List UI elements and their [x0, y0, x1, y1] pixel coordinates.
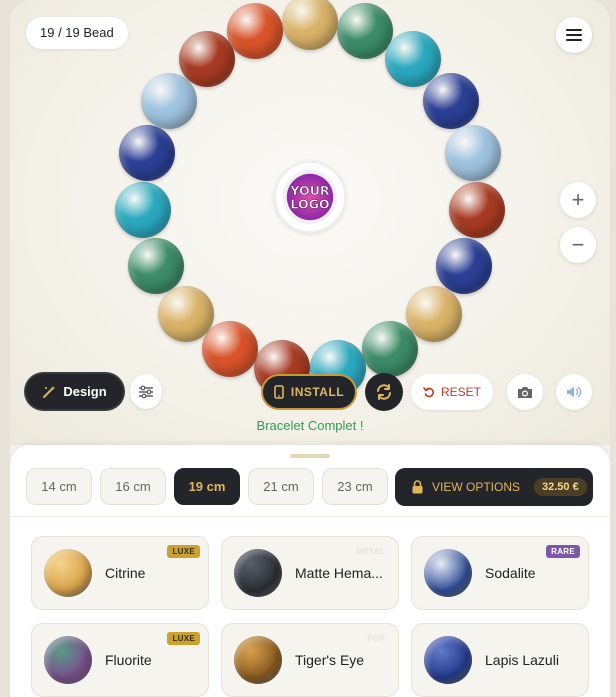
stone-card[interactable]: Fluorite LUXE: [31, 623, 209, 697]
stone-card[interactable]: Citrine LUXE: [31, 536, 209, 610]
screenshot-button[interactable]: [507, 374, 543, 410]
stone-swatch: [44, 636, 92, 684]
bead[interactable]: [114, 182, 171, 239]
bead[interactable]: [158, 285, 215, 342]
undo-icon: [423, 387, 434, 398]
view-options-button[interactable]: VIEW OPTIONS 32.50 €: [395, 468, 593, 506]
size-option[interactable]: 16 cm: [100, 468, 166, 505]
divider: [10, 516, 610, 517]
stone-tier-badge: LUXE: [167, 632, 200, 645]
bead[interactable]: [202, 321, 259, 378]
panel-drag-handle[interactable]: [290, 454, 330, 458]
size-option[interactable]: 23 cm: [322, 468, 388, 505]
stone-name: Matte Hema...: [295, 565, 383, 581]
adjust-settings-button[interactable]: [130, 374, 162, 409]
stone-tier-badge: RARE: [546, 545, 580, 558]
stone-card[interactable]: Tiger's Eye POP: [221, 623, 399, 697]
stone-swatch: [424, 636, 472, 684]
price-badge: 32.50 €: [534, 478, 587, 496]
stone-name: Sodalite: [485, 565, 536, 581]
size-option[interactable]: 19 cm: [174, 468, 240, 505]
size-option[interactable]: 14 cm: [26, 468, 92, 505]
design-button-label: Design: [63, 384, 107, 399]
bead[interactable]: [128, 237, 185, 294]
sound-toggle-button[interactable]: [556, 374, 592, 410]
bead[interactable]: [227, 3, 284, 60]
plus-icon: +: [571, 187, 585, 212]
design-button[interactable]: Design: [26, 374, 123, 409]
stone-swatch: [234, 636, 282, 684]
bead[interactable]: [361, 321, 418, 378]
minus-icon: −: [571, 232, 585, 257]
hamburger-icon: [566, 26, 582, 44]
stone-name: Citrine: [105, 565, 146, 581]
bead[interactable]: [119, 125, 176, 182]
shuffle-button[interactable]: [365, 373, 403, 411]
stone-tier-badge: LUXE: [167, 545, 200, 558]
magic-wand-icon: [43, 385, 56, 398]
reset-button-label: RESET: [440, 385, 481, 399]
logo-line2: LOGO: [290, 197, 330, 212]
stone-name: Lapis Lazuli: [485, 652, 559, 668]
stone-card[interactable]: Lapis Lazuli: [411, 623, 589, 697]
stone-swatch: [424, 549, 472, 597]
sliders-icon: [139, 385, 153, 398]
bead[interactable]: [178, 30, 235, 87]
stone-tier-badge: METAL: [356, 547, 385, 556]
stone-swatch: [234, 549, 282, 597]
bead[interactable]: [422, 72, 479, 129]
install-button-label: INSTALL: [290, 385, 345, 399]
your-logo-icon: YOUR LOGO: [282, 169, 338, 225]
options-panel: 14 cm 16 cm 19 cm 21 cm 23 cm VIEW OPTIONS 3…: [10, 445, 610, 697]
logo-charm[interactable]: YOUR LOGO: [274, 161, 346, 233]
reset-button[interactable]: RESET: [411, 374, 493, 410]
stone-card[interactable]: Sodalite RARE: [411, 536, 589, 610]
bead[interactable]: [141, 72, 198, 129]
bead[interactable]: [449, 182, 506, 239]
size-option[interactable]: 21 cm: [248, 468, 314, 505]
install-button[interactable]: INSTALL: [261, 374, 357, 410]
stone-card[interactable]: Matte Hema... METAL: [221, 536, 399, 610]
lock-icon: [412, 480, 423, 494]
zoom-out-button[interactable]: −: [560, 227, 596, 263]
bracelet-designer-app: 19 / 19 Bead YOUR LOGO + − Design INSTAL…: [10, 0, 610, 697]
completion-status: Bracelet Complet !: [256, 418, 364, 433]
stone-name: Fluorite: [105, 652, 152, 668]
phone-icon: [274, 385, 284, 399]
bead[interactable]: [435, 237, 492, 294]
size-selector: 14 cm 16 cm 19 cm 21 cm 23 cm: [26, 468, 388, 505]
bead-count-badge: 19 / 19 Bead: [26, 17, 128, 49]
camera-icon: [518, 387, 532, 398]
stone-swatch: [44, 549, 92, 597]
stone-name: Tiger's Eye: [295, 652, 365, 668]
stone-catalog: Citrine LUXE Matte Hema... METAL Sodalite RAR…: [31, 536, 589, 697]
bead[interactable]: [405, 285, 462, 342]
zoom-in-button[interactable]: +: [560, 182, 596, 218]
bead[interactable]: [282, 0, 338, 50]
speaker-icon: [567, 386, 582, 398]
refresh-icon: [377, 384, 391, 400]
bead[interactable]: [444, 125, 501, 182]
view-options-label: VIEW OPTIONS: [432, 480, 521, 494]
stone-tier-badge: POP: [367, 634, 385, 643]
bracelet-preview-stage: 19 / 19 Bead YOUR LOGO + − Design INSTAL…: [10, 0, 610, 445]
bead[interactable]: [336, 3, 393, 60]
menu-button[interactable]: [556, 17, 592, 53]
